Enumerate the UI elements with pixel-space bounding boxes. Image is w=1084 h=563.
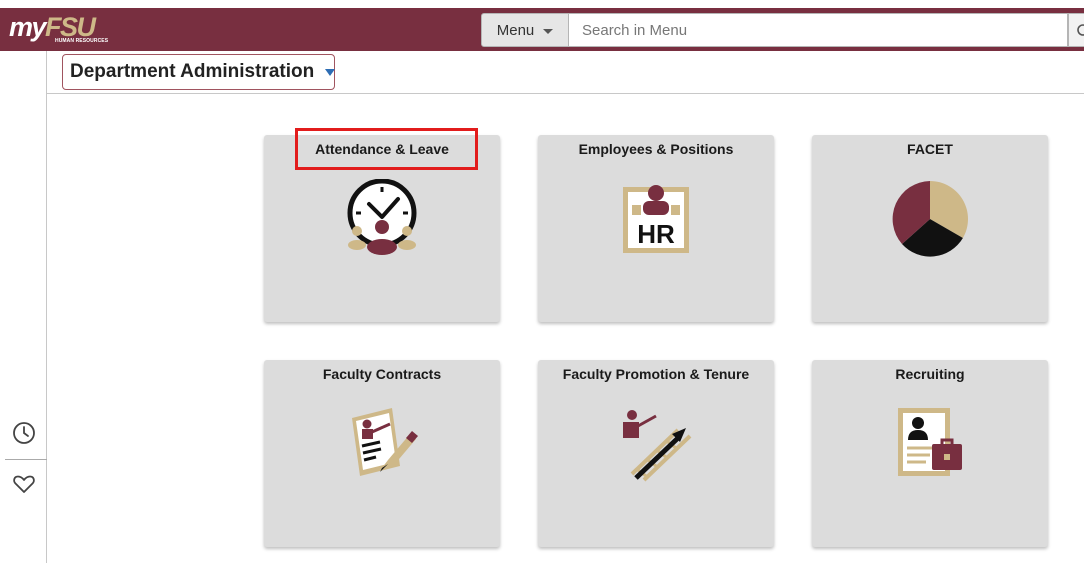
- tile-title: Faculty Contracts: [322, 366, 442, 382]
- tile-employees-positions[interactable]: Employees & Positions HR: [538, 135, 774, 322]
- search-button[interactable]: [1068, 13, 1084, 47]
- contract-signing-icon: [352, 408, 418, 476]
- tile-faculty-promotion-tenure[interactable]: Faculty Promotion & Tenure: [538, 360, 774, 547]
- dropdown-caret-icon: [325, 68, 336, 76]
- tile-title: Attendance & Leave: [315, 141, 449, 157]
- search-input[interactable]: [569, 13, 1068, 47]
- tile-title: Recruiting: [895, 366, 965, 382]
- search-icon: [1077, 24, 1084, 36]
- tile-title: Employees & Positions: [578, 141, 734, 157]
- tile-recruiting[interactable]: Recruiting: [812, 360, 1048, 547]
- rail-separator: [5, 459, 47, 460]
- svg-text:HR: HR: [637, 219, 675, 249]
- myfsu-logo[interactable]: myFSU HUMAN RESOURCES: [9, 13, 109, 47]
- favorites-button[interactable]: [12, 472, 36, 496]
- tile-attendance-leave[interactable]: Attendance & Leave: [264, 135, 500, 322]
- clock-icon: [13, 422, 35, 444]
- menu-button-label: Menu: [496, 21, 535, 39]
- career-ladder-icon: [623, 410, 692, 482]
- clock-person-icon: [347, 179, 417, 255]
- tile-faculty-contracts[interactable]: Faculty Contracts: [264, 360, 500, 547]
- logo-my-text: my: [9, 12, 47, 42]
- menu-button[interactable]: Menu: [481, 13, 569, 47]
- top-banner: myFSU HUMAN RESOURCES Menu: [0, 8, 1084, 51]
- tile-facet[interactable]: FACET: [812, 135, 1048, 322]
- heart-icon: [13, 475, 35, 493]
- homepage-selector-dropdown[interactable]: Department Administration: [62, 54, 336, 90]
- hr-badge-icon: HR: [623, 185, 689, 253]
- tile-title: Faculty Promotion & Tenure: [562, 366, 750, 382]
- resume-briefcase-icon: [898, 408, 962, 476]
- tile-title: FACET: [907, 141, 953, 157]
- recent-places-button[interactable]: [12, 421, 36, 445]
- pie-chart-icon: [892, 181, 968, 257]
- homepage-selector-label: Department Administration: [70, 61, 315, 82]
- header-divider: [46, 93, 1084, 94]
- logo-subtitle: HUMAN RESOURCES: [55, 38, 109, 44]
- chevron-down-icon: [543, 28, 554, 34]
- side-rail-divider: [46, 51, 47, 563]
